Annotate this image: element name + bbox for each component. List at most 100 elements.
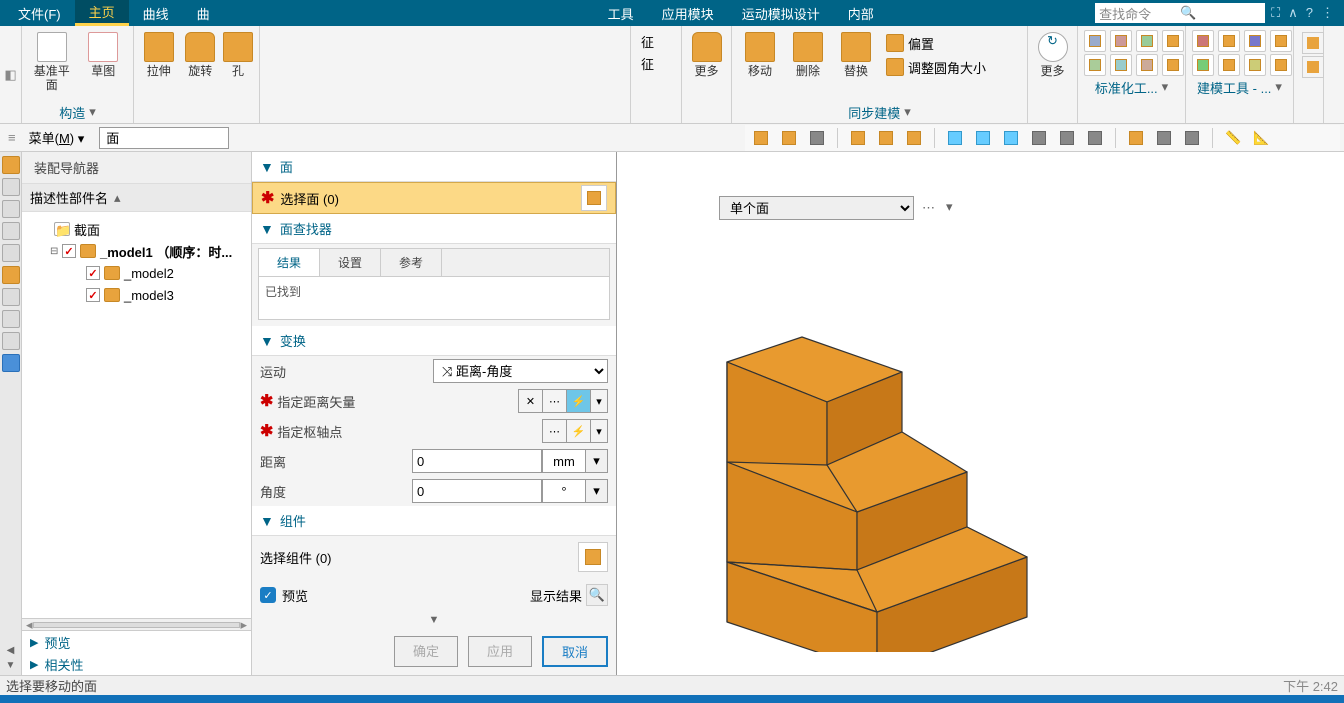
cancel-button[interactable]: 取消 [542, 636, 608, 667]
section-face-finder[interactable]: ▼面查找器 [252, 214, 616, 244]
tab-reference[interactable]: 参考 [381, 249, 442, 276]
tb-cube-2[interactable] [777, 127, 801, 149]
strip-reuse[interactable] [2, 222, 20, 240]
tb-view-2[interactable] [971, 127, 995, 149]
filter-input[interactable] [99, 127, 229, 149]
ext-tool-1[interactable] [1302, 32, 1324, 54]
select-faces-icon[interactable] [581, 185, 607, 211]
strip-roles[interactable] [2, 310, 20, 328]
vec-btn-drop[interactable]: ▾ [591, 390, 607, 412]
more-button-2[interactable]: ↻更多 [1034, 30, 1071, 78]
strip-web[interactable] [2, 354, 20, 372]
tree-model2[interactable]: ✓_model2 [26, 262, 247, 284]
mdl-tool-3[interactable] [1244, 30, 1266, 52]
apply-button[interactable]: 应用 [468, 636, 532, 667]
vec-btn-1[interactable]: ✕ [519, 390, 543, 412]
section-component[interactable]: ▼组件 [252, 506, 616, 536]
show-result-button[interactable]: 🔍 [586, 584, 608, 606]
overflow-icon[interactable]: ⋮ [1321, 5, 1334, 21]
tb-cube-3[interactable] [805, 127, 829, 149]
ribbon-handle-icon[interactable]: ◧ [4, 67, 16, 83]
help-icon[interactable]: ? [1306, 5, 1313, 21]
hole-button[interactable]: 孔 [223, 30, 253, 78]
preview-checkbox[interactable]: ✓ [260, 587, 276, 603]
tb-opt-2[interactable] [1152, 127, 1176, 149]
pivot-btn-2[interactable]: ⚡ [567, 420, 591, 442]
tab-results[interactable]: 结果 [259, 249, 320, 277]
strip-part-nav[interactable] [2, 178, 20, 196]
mdl-tool-6[interactable] [1218, 54, 1240, 76]
tb-cube-5[interactable] [874, 127, 898, 149]
section-transform[interactable]: ▼变换 [252, 326, 616, 356]
tab-settings[interactable]: 设置 [320, 249, 381, 276]
tb-cube-1[interactable] [749, 127, 773, 149]
strip-assembly-nav[interactable] [2, 156, 20, 174]
std-tool-1[interactable] [1084, 30, 1106, 52]
strip-constraint-nav[interactable] [2, 200, 20, 218]
3d-viewport[interactable]: 单个面 ⋯ ▾ [617, 152, 1344, 675]
strip-collapse-down[interactable]: ▼ [6, 660, 16, 671]
ext-tool-2[interactable] [1302, 56, 1324, 78]
move-face-button[interactable]: 移动 [738, 30, 782, 78]
std-tool-2[interactable] [1110, 30, 1132, 52]
nav-column-header[interactable]: 描述性部件名▴ [22, 184, 251, 212]
submenu-handle[interactable]: ≡ [4, 130, 20, 145]
tree-model1[interactable]: ⊟✓_model1 （顺序：时... [26, 240, 247, 262]
vec-btn-3[interactable]: ⚡ [567, 390, 591, 412]
menu-curve2[interactable]: 曲 [183, 0, 224, 26]
replace-face-button[interactable]: 替换 [834, 30, 878, 78]
tb-measure-2[interactable]: 📐 [1249, 127, 1273, 149]
resize-fillet-button[interactable]: 调整圆角大小 [882, 56, 990, 78]
mdl-tool-7[interactable] [1244, 54, 1266, 76]
nav-hscroll[interactable]: ◂▸ [22, 618, 251, 630]
tb-opt-1[interactable] [1124, 127, 1148, 149]
menu-app-module[interactable]: 应用模块 [648, 0, 728, 26]
mdl-tool-2[interactable] [1218, 30, 1240, 52]
mdl-tool-8[interactable] [1270, 54, 1292, 76]
tb-measure-1[interactable]: 📏 [1221, 127, 1245, 149]
selection-filter-select[interactable]: 单个面 [719, 196, 914, 220]
std-tool-7[interactable] [1136, 54, 1158, 76]
sketch-button[interactable]: 草图 [80, 30, 128, 78]
panel-preview[interactable]: ▶预览 [22, 631, 251, 653]
std-tool-3[interactable] [1136, 30, 1158, 52]
std-tool-5[interactable] [1084, 54, 1106, 76]
vec-btn-2[interactable]: ⋯ [543, 390, 567, 412]
tree-sections[interactable]: 📁截面 [26, 218, 247, 240]
ok-button[interactable]: 确定 [394, 636, 458, 667]
std-tool-6[interactable] [1110, 54, 1132, 76]
pivot-btn-drop[interactable]: ▾ [591, 420, 607, 442]
menu-motion-sim[interactable]: 运动模拟设计 [728, 0, 834, 26]
motion-select[interactable]: ⤨ 距离-角度 [433, 359, 608, 383]
feature-stub-2[interactable]: 征 [637, 52, 658, 74]
mdl-tool-1[interactable] [1192, 30, 1214, 52]
tb-cube-6[interactable] [902, 127, 926, 149]
mdl-tool-5[interactable] [1192, 54, 1214, 76]
distance-input[interactable] [412, 449, 542, 473]
feature-stub-1[interactable]: 征 [637, 30, 658, 52]
tb-shade-2[interactable] [1055, 127, 1079, 149]
pivot-btn-1[interactable]: ⋯ [543, 420, 567, 442]
fullscreen-icon[interactable]: ⛶ [1271, 5, 1280, 21]
strip-system[interactable] [2, 332, 20, 350]
more-button-1[interactable]: 更多 [688, 30, 725, 78]
menu-tool[interactable]: 工具 [594, 0, 648, 26]
menu-internal[interactable]: 内部 [834, 0, 888, 26]
menu-home[interactable]: 主页 [75, 0, 129, 26]
collapse-icon[interactable]: ∧ [1288, 5, 1298, 21]
tb-shade-3[interactable] [1083, 127, 1107, 149]
strip-browser[interactable] [2, 266, 20, 284]
angle-input[interactable] [412, 479, 542, 503]
tb-view-1[interactable] [943, 127, 967, 149]
tb-opt-3[interactable] [1180, 127, 1204, 149]
section-face[interactable]: ▼面 [252, 152, 616, 182]
revolve-button[interactable]: 旋转 [182, 30, 220, 78]
select-components-button[interactable] [578, 542, 608, 572]
menu-curve[interactable]: 曲线 [129, 0, 183, 26]
menu-dropdown[interactable]: 菜单(M) ▾ [20, 123, 94, 152]
mdl-tool-4[interactable] [1270, 30, 1292, 52]
strip-collapse-left[interactable]: ◀ [7, 645, 15, 656]
extrude-button[interactable]: 拉伸 [140, 30, 178, 78]
datum-plane-button[interactable]: 基准平面 [28, 30, 76, 93]
tb-shade-1[interactable] [1027, 127, 1051, 149]
